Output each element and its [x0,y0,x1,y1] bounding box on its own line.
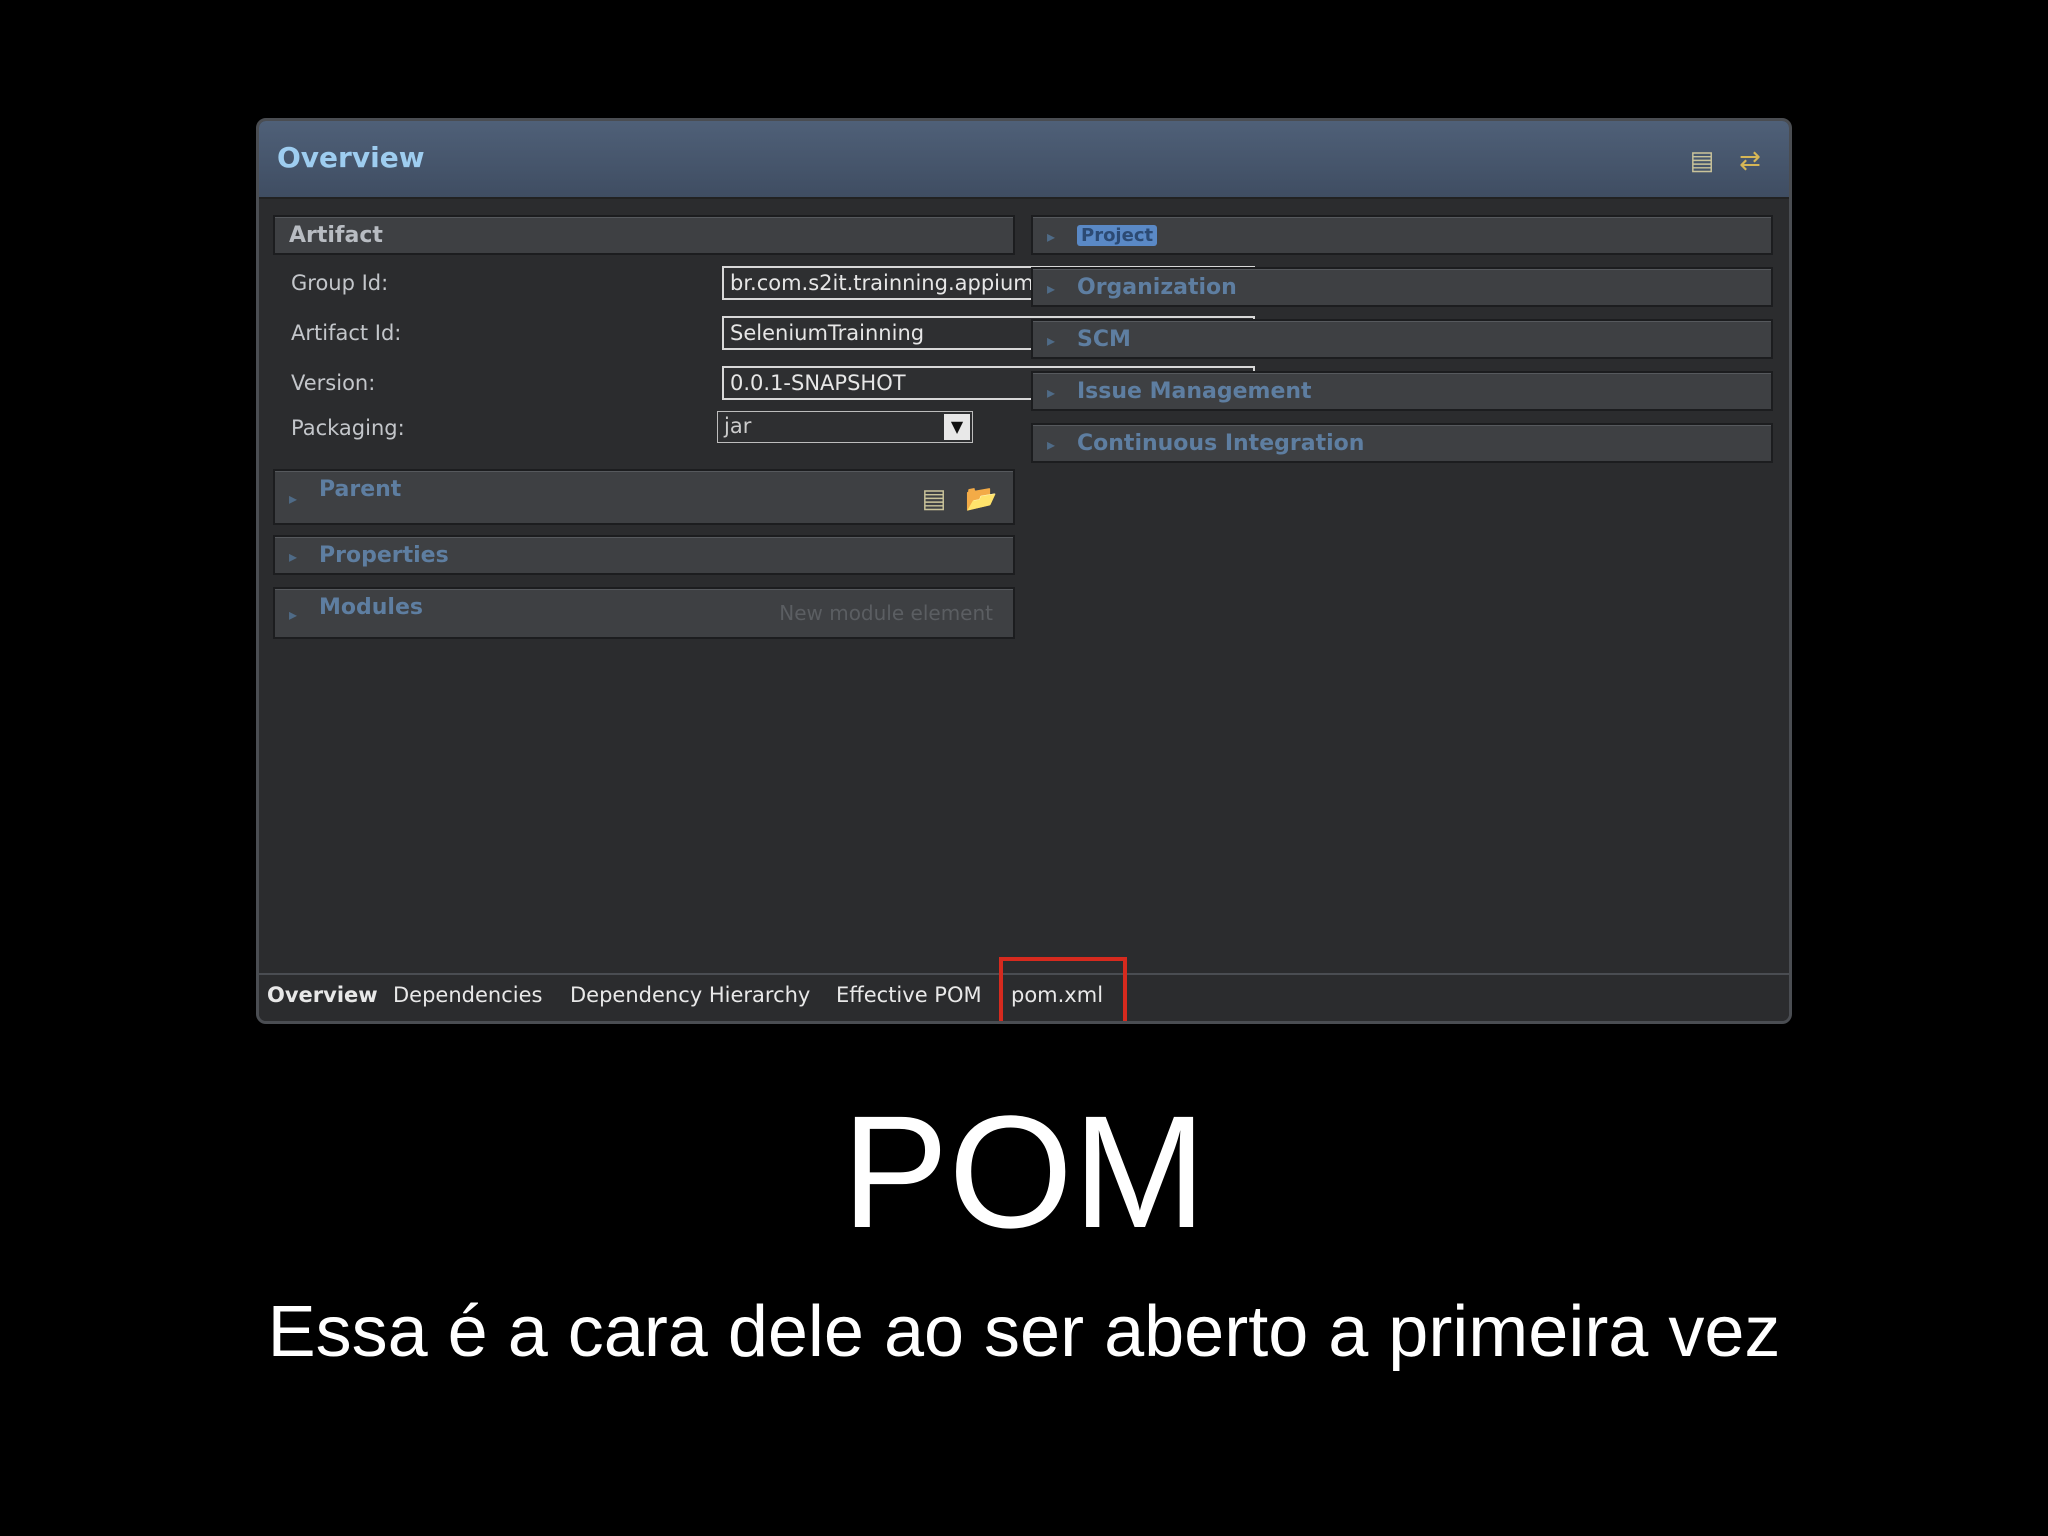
project-section-title: Project [1077,225,1158,246]
slide-subtitle: Essa é a cara dele ao ser aberto a prime… [267,1292,1781,1372]
tab-dependency-hierarchy[interactable]: Dependency Hierarchy [570,983,810,1007]
tab-dependencies[interactable]: Dependencies [393,983,542,1007]
slide-title: POM [841,1082,1207,1261]
packaging-label: Packaging: [291,416,405,440]
chevron-right-icon: ▸ [1047,333,1056,350]
tab-effective-pom[interactable]: Effective POM [836,983,982,1007]
scm-section-title: SCM [1077,327,1131,352]
modules-section[interactable]: ▸ Modules New module element [273,587,1015,639]
editor-title: Overview [277,141,425,174]
scm-section[interactable]: ▸ SCM [1031,319,1773,359]
refresh-icon[interactable]: ⇄ [1735,145,1765,175]
packaging-value: jar [724,414,752,438]
continuous-integration-section[interactable]: ▸ Continuous Integration [1031,423,1773,463]
version-label: Version: [291,371,376,395]
modules-hint: New module element [779,601,993,625]
chevron-right-icon: ▸ [289,549,298,566]
editor-tab-bar: Overview Dependencies Dependency Hierarc… [259,957,1789,1021]
pom-xml-highlight-box [999,957,1127,1021]
properties-section[interactable]: ▸ Properties [273,535,1015,575]
pom-editor: Overview ▤ ⇄ Artifact Group Id: br.com.s… [256,118,1792,1024]
artifact-section-title: Artifact [289,223,383,248]
packaging-select[interactable]: jar ▼ [717,411,973,443]
group-id-label: Group Id: [291,271,389,295]
chevron-right-icon: ▸ [1047,385,1056,402]
artifact-section: Artifact [273,215,1015,255]
properties-section-title: Properties [319,543,449,568]
document-icon[interactable]: ▤ [1687,145,1717,175]
chevron-right-icon: ▸ [1047,229,1056,246]
issue-management-section[interactable]: ▸ Issue Management [1031,371,1773,411]
parent-section[interactable]: ▸ Parent ▤ 📂 [273,469,1015,525]
project-section[interactable]: ▸ Project [1031,215,1773,255]
chevron-right-icon: ▸ [1047,437,1056,454]
modules-section-title: Modules [319,595,423,620]
editor-header: Overview ▤ ⇄ [259,121,1789,199]
document-icon[interactable]: ▤ [919,483,949,513]
chevron-right-icon: ▸ [289,607,298,624]
parent-section-title: Parent [319,477,402,502]
artifact-id-label: Artifact Id: [291,321,402,345]
chevron-down-icon[interactable]: ▼ [944,414,970,440]
chevron-right-icon: ▸ [289,491,298,508]
issue-management-section-title: Issue Management [1077,379,1312,404]
organization-section[interactable]: ▸ Organization [1031,267,1773,307]
header-icons: ▤ ⇄ [1687,145,1765,175]
tab-overview[interactable]: Overview [267,983,378,1007]
continuous-integration-section-title: Continuous Integration [1077,431,1365,456]
folder-open-icon[interactable]: 📂 [965,483,997,513]
chevron-right-icon: ▸ [1047,281,1056,298]
organization-section-title: Organization [1077,275,1237,300]
